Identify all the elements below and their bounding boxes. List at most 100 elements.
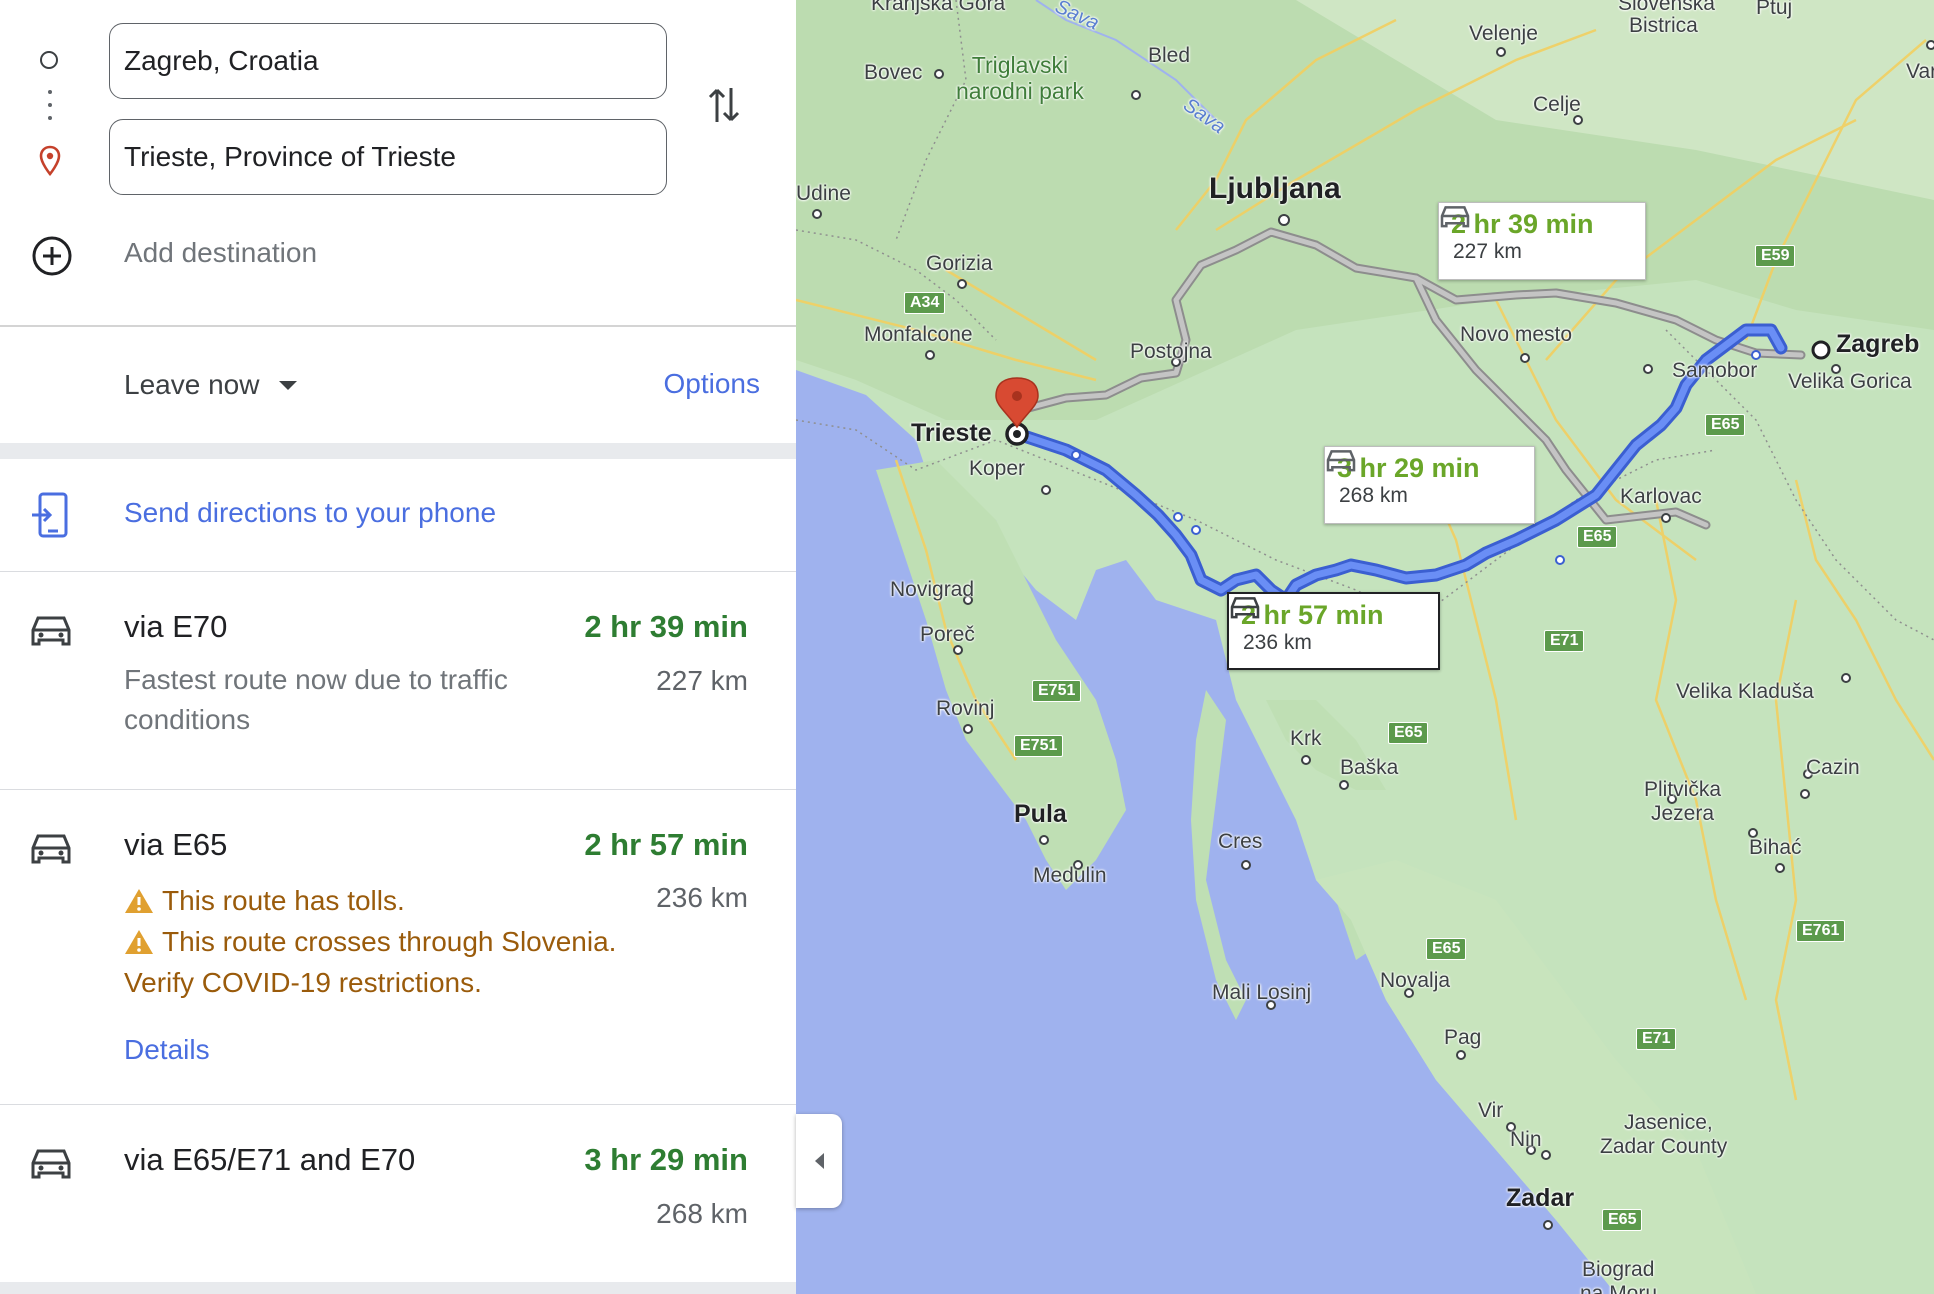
road-shield: E761 — [1796, 920, 1846, 942]
route-distance: 268 km — [656, 1198, 748, 1229]
map-label: Ljubljana — [1209, 172, 1341, 205]
map-label: Bovec — [864, 61, 923, 84]
directions-panel: Zagreb, Croatia Trieste, Province of Tri… — [0, 0, 796, 1294]
map-label: Samobor — [1672, 359, 1758, 382]
map-label: Mali Losinj — [1212, 981, 1312, 1004]
map-label: Zagreb — [1836, 330, 1920, 358]
map-label: Poreč — [920, 623, 975, 646]
map-label: Pag — [1444, 1026, 1482, 1049]
map-label: Trieste — [911, 419, 992, 447]
car-icon — [1326, 450, 1356, 472]
map-label: Plitvička Jezera — [1644, 778, 1722, 825]
map-label: Ptuj — [1756, 0, 1793, 19]
route-time: 2 hr 39 min — [584, 609, 748, 644]
map-label: na Moru — [1580, 1282, 1658, 1294]
map-canvas[interactable]: Kranjska Gora Sava Sava Triglavski narodn… — [796, 0, 1934, 1294]
origin-input[interactable]: Zagreb, Croatia — [109, 23, 667, 99]
map-label: Bihać — [1749, 836, 1802, 859]
car-icon — [30, 1145, 72, 1186]
road-shield: E71 — [1636, 1028, 1677, 1050]
map-label: Baška — [1340, 756, 1399, 779]
map-label: Velika Gorica — [1788, 370, 1912, 393]
map-label: Udine — [796, 182, 851, 205]
leave-now-dropdown[interactable]: Leave now — [124, 369, 298, 401]
toll-warning: This route has tolls. — [124, 880, 704, 921]
route-time: 3 hr 29 min — [584, 1142, 748, 1177]
collapse-panel-icon — [814, 1153, 824, 1169]
route-dots-icon — [48, 90, 52, 129]
map-label: Novigrad — [890, 578, 975, 601]
road-shield: E59 — [1755, 245, 1796, 267]
car-icon — [1230, 597, 1260, 619]
route-time: 2 hr 57 min — [584, 827, 748, 862]
map-label: Zadar County — [1600, 1135, 1728, 1158]
destination-pin-icon — [38, 145, 62, 182]
map-label: Gorizia — [926, 252, 993, 275]
map-label: Velenje — [1469, 22, 1538, 45]
details-link[interactable]: Details — [124, 1034, 210, 1066]
map-label: Jasenice, — [1624, 1111, 1713, 1134]
map-label: Novo mesto — [1460, 323, 1573, 346]
map-label: Kranjska Gora — [871, 0, 1006, 15]
map-label: Biograd — [1582, 1258, 1655, 1281]
route-title: via E70 — [124, 609, 228, 644]
warning-icon — [125, 889, 153, 913]
car-icon — [30, 830, 72, 871]
send-directions-link[interactable]: Send directions to your phone — [124, 497, 496, 529]
map-label: Pula — [1014, 800, 1067, 828]
route-title: via E65 — [124, 827, 228, 862]
map-label: Monfalcone — [864, 323, 973, 346]
road-shield: E65 — [1426, 938, 1467, 960]
route-callout[interactable]: 2 hr 39 min 227 km — [1438, 202, 1646, 280]
road-shield: E65 — [1577, 526, 1618, 548]
destination-input[interactable]: Trieste, Province of Trieste — [109, 119, 667, 195]
origin-circle-icon — [40, 51, 58, 69]
add-destination-button[interactable]: Add destination — [124, 237, 317, 269]
route-callout-selected[interactable]: 2 hr 57 min 236 km — [1227, 592, 1440, 670]
map-label: Postojna — [1130, 340, 1212, 363]
divider — [0, 789, 796, 790]
leave-now-label: Leave now — [124, 369, 260, 400]
divider — [0, 1282, 796, 1294]
map-label: Celje — [1533, 93, 1581, 116]
divider — [0, 1104, 796, 1105]
divider — [0, 571, 796, 572]
route-callout[interactable]: 3 hr 29 min 268 km — [1324, 446, 1535, 524]
map-label: Velika Kladuša — [1676, 680, 1814, 703]
collapse-panel-button[interactable] — [796, 1114, 842, 1208]
map-label: Cazin — [1806, 756, 1860, 779]
map-label: Zadar — [1506, 1184, 1575, 1212]
options-button[interactable]: Options — [664, 368, 761, 400]
map-label: Karlovac — [1620, 485, 1702, 508]
road-shield: E65 — [1705, 414, 1746, 436]
border-warning: This route crosses through Slovenia. Ver… — [124, 926, 617, 998]
chevron-down-icon — [279, 380, 298, 390]
send-to-phone-icon[interactable] — [30, 492, 72, 543]
route-title: via E65/E71 and E70 — [124, 1142, 416, 1177]
road-shield: E751 — [1014, 735, 1064, 757]
car-icon — [1440, 206, 1470, 228]
map-label: Triglavski narodni park — [956, 52, 1084, 104]
divider — [0, 325, 796, 327]
add-circle-icon[interactable] — [30, 234, 74, 283]
divider — [0, 443, 796, 459]
map-label: Cres — [1218, 830, 1263, 853]
map-label: Nin — [1510, 1128, 1542, 1151]
map-label: Medulin — [1033, 864, 1107, 887]
map-label: Krk — [1290, 727, 1322, 750]
map-label: Vir — [1478, 1099, 1504, 1122]
map-label: Koper — [969, 457, 1026, 480]
swap-arrows-icon[interactable] — [706, 82, 742, 133]
road-shield: E65 — [1602, 1209, 1643, 1231]
route-description: Fastest route now due to traffic conditi… — [124, 664, 508, 735]
road-shield: A34 — [904, 292, 946, 314]
car-icon — [30, 612, 72, 653]
map-label: Bistrica — [1629, 14, 1698, 37]
road-shield: E65 — [1388, 722, 1429, 744]
map-label: Bled — [1148, 44, 1191, 67]
map-label: Rovinj — [936, 697, 995, 720]
road-shield: E71 — [1544, 630, 1585, 652]
warning-icon — [125, 930, 153, 954]
road-shield: E751 — [1032, 680, 1082, 702]
map-label: Novalja — [1380, 969, 1451, 992]
